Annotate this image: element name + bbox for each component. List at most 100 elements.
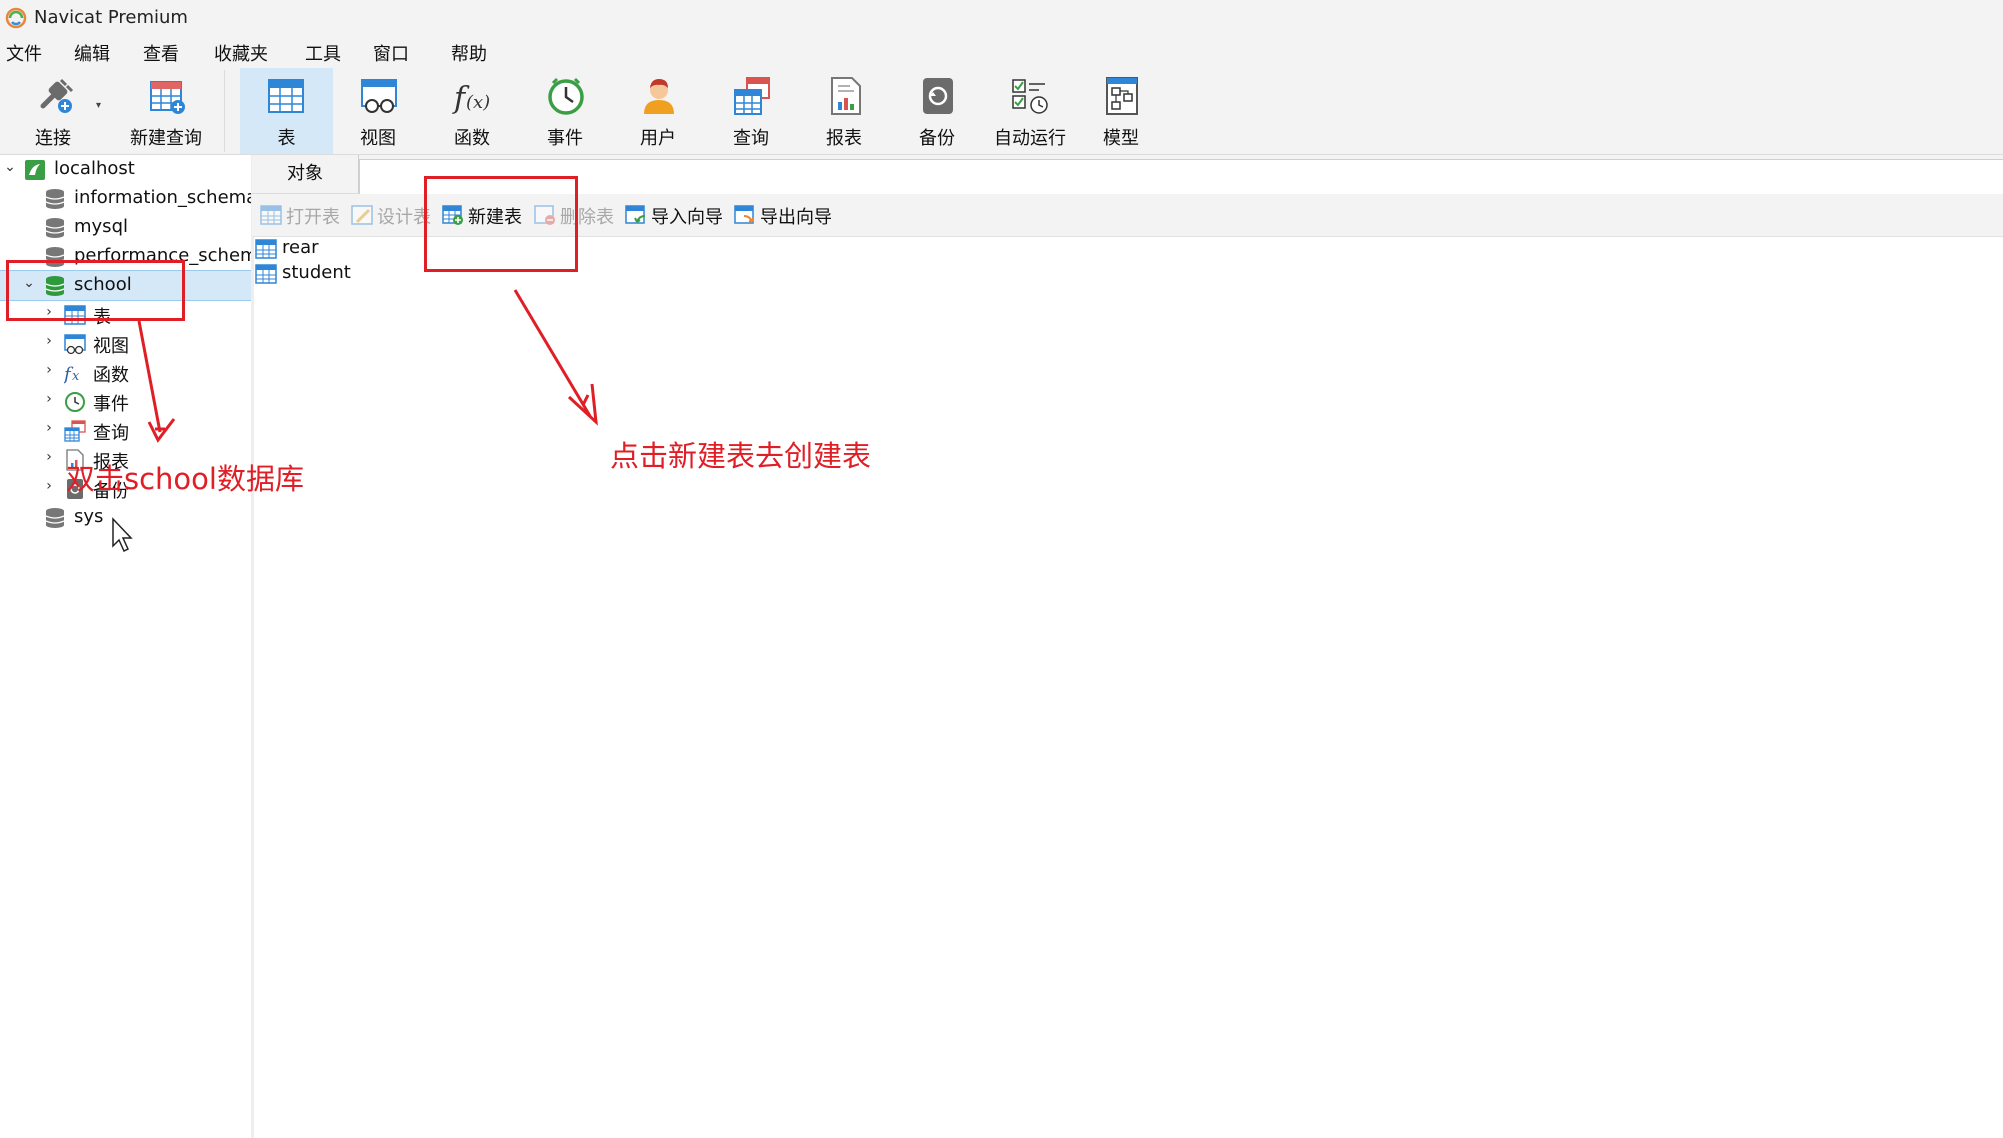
chevron-right-icon[interactable]: ›	[42, 333, 56, 349]
tree-item-database[interactable]: sys	[0, 503, 251, 532]
database-icon	[45, 508, 65, 528]
clock-icon	[548, 77, 584, 115]
table-label: 表	[277, 128, 296, 149]
export-icon	[734, 205, 754, 224]
menu-tools[interactable]: 工具	[305, 40, 341, 66]
automation-button[interactable]: 自动运行	[985, 68, 1075, 154]
function-button[interactable]: f (x) 函数	[429, 68, 515, 154]
menu-file[interactable]: 文件	[6, 40, 42, 66]
menu-view[interactable]: 查看	[143, 40, 179, 66]
navicat-logo-icon	[5, 7, 27, 29]
annotation-text-school: 双击school数据库	[66, 462, 304, 496]
automation-label: 自动运行	[994, 128, 1066, 149]
automation-icon	[1012, 79, 1048, 114]
clock-icon	[65, 392, 85, 412]
import-wizard-label: 导入向导	[651, 207, 723, 228]
tree-item-views[interactable]: › 视图	[0, 329, 251, 358]
connect-button[interactable]: 连接	[10, 68, 96, 154]
chevron-right-icon[interactable]: ›	[42, 420, 56, 436]
chevron-right-icon[interactable]: ›	[42, 449, 56, 465]
open-table-icon	[260, 205, 282, 225]
annotation-box-school	[6, 260, 185, 321]
chevron-right-icon[interactable]: ›	[42, 391, 56, 407]
report-button[interactable]: 报表	[801, 68, 887, 154]
annotation-arrow-new-table	[513, 289, 598, 426]
plug-icon	[40, 78, 74, 113]
query-icon	[734, 77, 770, 115]
database-icon	[45, 218, 65, 238]
design-table-label: 设计表	[377, 207, 431, 228]
tab-strip-area	[359, 159, 2003, 194]
tree-item-database[interactable]: information_schema	[0, 184, 251, 213]
report-label: 报表	[826, 128, 862, 149]
tree-item-label: 函数	[93, 365, 129, 386]
tree-item-label: 查询	[93, 423, 129, 444]
table-icon	[255, 239, 277, 259]
tab-objects[interactable]: 对象	[252, 155, 359, 193]
event-button[interactable]: 事件	[522, 68, 608, 154]
svg-text:x: x	[72, 369, 80, 384]
function-icon: f x	[64, 364, 80, 384]
open-table-label: 打开表	[286, 207, 340, 228]
tree-item-database[interactable]: mysql	[0, 213, 251, 242]
annotation-box-new-table	[424, 176, 578, 272]
new-query-icon	[150, 81, 185, 114]
view-icon	[64, 334, 86, 355]
chevron-right-icon[interactable]: ›	[42, 478, 56, 494]
view-label: 视图	[360, 128, 396, 149]
import-icon	[625, 205, 646, 224]
tree-item-functions[interactable]: › f x 函数	[0, 358, 251, 387]
model-button[interactable]: 模型	[1078, 68, 1164, 154]
tree-item-label: localhost	[54, 158, 135, 179]
table-icon	[255, 264, 277, 284]
model-icon	[1106, 77, 1138, 115]
report-icon	[831, 77, 861, 115]
menu-window[interactable]: 窗口	[373, 40, 409, 66]
view-icon	[361, 79, 397, 113]
tree-item-label: mysql	[74, 216, 128, 237]
backup-icon	[923, 78, 953, 114]
event-label: 事件	[547, 128, 583, 149]
query-label: 查询	[733, 128, 769, 149]
menu-bar: 文件 编辑 查看 收藏夹 工具 窗口 帮助	[0, 36, 2003, 68]
query-button[interactable]: 查询	[708, 68, 794, 154]
svg-text:(x): (x)	[466, 92, 490, 113]
model-label: 模型	[1103, 128, 1139, 149]
user-button[interactable]: 用户	[615, 68, 701, 154]
backup-label: 备份	[919, 128, 955, 149]
user-label: 用户	[640, 128, 676, 149]
tree-item-label: 视图	[93, 336, 129, 357]
new-query-button[interactable]: 新建查询	[108, 68, 224, 154]
menu-edit[interactable]: 编辑	[74, 40, 110, 66]
export-wizard-label: 导出向导	[760, 207, 832, 228]
table-button[interactable]: 表	[240, 68, 333, 154]
chevron-right-icon[interactable]: ›	[42, 362, 56, 378]
tree-item-localhost[interactable]: ⌄ localhost	[0, 155, 251, 184]
tree-item-queries[interactable]: › 查询	[0, 416, 251, 445]
user-icon	[644, 79, 674, 114]
connect-label: 连接	[35, 128, 71, 149]
menu-help[interactable]: 帮助	[451, 40, 487, 66]
function-icon: f (x)	[452, 81, 490, 116]
view-button[interactable]: 视图	[335, 68, 421, 154]
tree-item-events[interactable]: › 事件	[0, 387, 251, 416]
function-label: 函数	[454, 128, 490, 149]
table-name: student	[282, 262, 351, 283]
tree-item-label: 事件	[93, 394, 129, 415]
title-bar: Navicat Premium	[0, 0, 2003, 36]
table-icon	[268, 79, 304, 113]
toolbar-separator	[224, 70, 225, 152]
main-toolbar: 连接 ▾ 新建查询 表 视图 f (x) 函数 事件 用户 查询 报表 备份 自…	[0, 68, 2003, 155]
database-icon	[45, 189, 65, 209]
backup-button[interactable]: 备份	[894, 68, 980, 154]
chevron-down-icon[interactable]: ▾	[96, 100, 101, 111]
tree-item-label: information_schema	[74, 187, 254, 208]
window-title: Navicat Premium	[34, 7, 188, 28]
tree-item-label: sys	[74, 506, 104, 527]
query-icon	[64, 420, 86, 442]
chevron-down-icon[interactable]: ⌄	[3, 159, 17, 175]
design-table-icon	[351, 205, 373, 225]
table-name: rear	[282, 237, 319, 258]
mysql-connection-icon	[25, 160, 45, 180]
menu-favorites[interactable]: 收藏夹	[214, 40, 268, 66]
